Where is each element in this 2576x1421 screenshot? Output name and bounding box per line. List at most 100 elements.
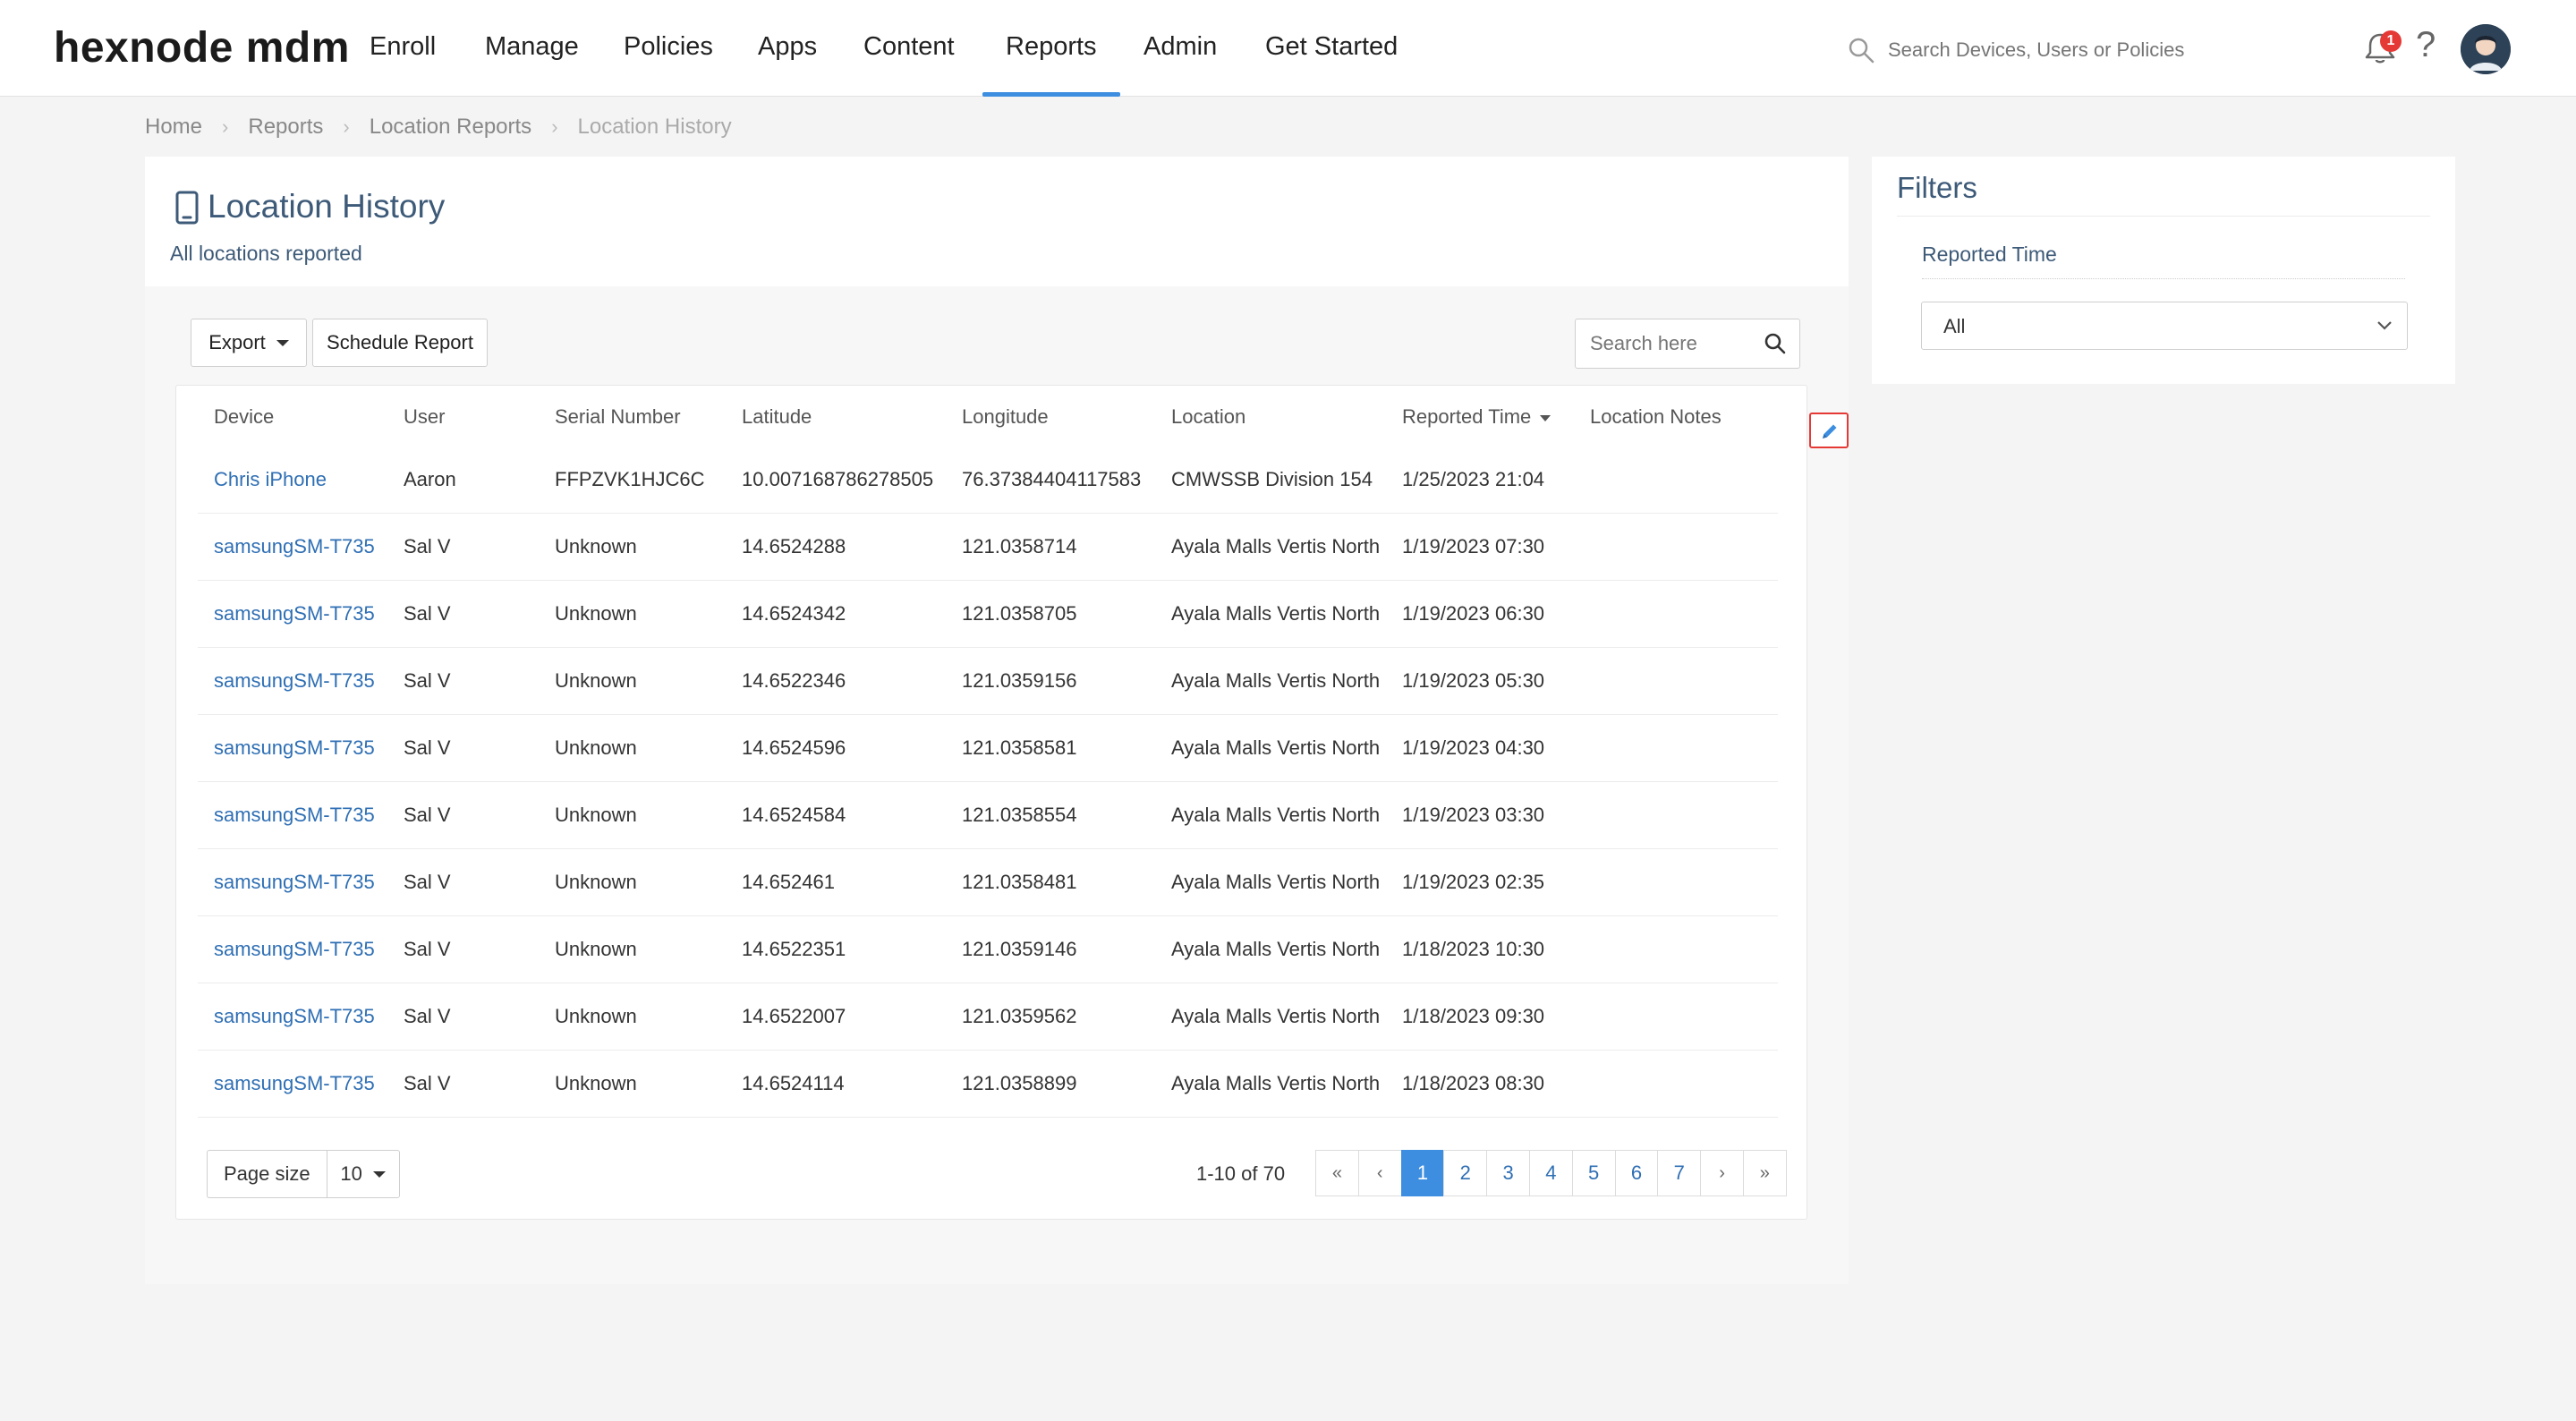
cell-device[interactable]: Chris iPhone [214,468,327,491]
page-size-selector[interactable]: Page size 10 [207,1150,400,1198]
page-button-1[interactable]: 1 [1400,1150,1445,1196]
table-row: samsungSM-T735 Sal V Unknown 14.6524342 121.… [176,581,1805,648]
nav-admin[interactable]: Admin [1143,32,1217,97]
edit-columns-button[interactable] [1809,413,1849,448]
mobile-device-icon [175,191,199,225]
page-button-6[interactable]: 6 [1614,1150,1659,1196]
schedule-report-button[interactable]: Schedule Report [312,319,488,367]
table-row: samsungSM-T735 Sal V Unknown 14.6522346 121.… [176,648,1805,715]
table-row: samsungSM-T735 Sal V Unknown 14.652461 121.0… [176,849,1805,916]
cell-latitude: 14.6522346 [742,669,846,692]
cell-reported-time: 1/19/2023 03:30 [1402,804,1545,826]
cell-reported-time: 1/19/2023 04:30 [1402,736,1545,759]
cell-serial-number: Unknown [555,871,637,893]
cell-reported-time: 1/19/2023 02:35 [1402,871,1545,893]
table-search-input[interactable] [1590,330,1760,357]
page-subtitle: All locations reported [170,242,362,265]
nav-enroll[interactable]: Enroll [370,32,436,97]
cell-user: Aaron [404,468,456,490]
hexnode-logo[interactable]: hexnode mdm [54,23,350,72]
notification-badge: 1 [2380,30,2402,52]
nav-manage[interactable]: Manage [485,32,579,97]
help-icon[interactable]: ? [2416,25,2436,65]
breadcrumb: Home › Reports › Location Reports › Loca… [145,115,732,140]
cell-longitude: 121.0358714 [962,535,1077,557]
cell-device[interactable]: samsungSM-T735 [214,669,375,693]
cell-device[interactable]: samsungSM-T735 [214,871,375,894]
cell-device[interactable]: samsungSM-T735 [214,804,375,827]
chevron-down-icon [2377,321,2392,330]
cell-user: Sal V [404,535,451,557]
cell-latitude: 14.6524596 [742,736,846,759]
schedule-report-label: Schedule Report [327,331,473,353]
nav-reports[interactable]: Reports [982,32,1119,97]
page-button-7[interactable]: 7 [1657,1150,1702,1196]
user-avatar[interactable] [2461,24,2511,74]
cell-longitude: 121.0358481 [962,871,1077,893]
filters-divider [1897,216,2430,217]
page-first-button[interactable]: « [1315,1150,1359,1196]
nav-get-started[interactable]: Get Started [1265,32,1398,97]
page-button-5[interactable]: 5 [1571,1150,1616,1196]
cell-serial-number: Unknown [555,669,637,692]
global-search-input[interactable] [1888,32,2210,68]
page-size-value: 10 [340,1162,362,1185]
cell-user: Sal V [404,736,451,759]
cell-location: Ayala Malls Vertis North [1171,602,1381,625]
table-header: Device User Serial Number Latitude Longi… [176,386,1807,447]
global-search [1843,32,2219,68]
column-header-reported-time[interactable]: Reported Time [1402,405,1552,429]
page-button-2[interactable]: 2 [1443,1150,1488,1196]
page-button-3[interactable]: 3 [1486,1150,1530,1196]
breadcrumb-home[interactable]: Home [145,115,202,140]
cell-location: Ayala Malls Vertis North [1171,669,1381,692]
column-header-latitude: Latitude [742,405,812,428]
cell-serial-number: Unknown [555,938,637,960]
pagination: « ‹ 1 2 3 4 5 6 7 › » [1315,1150,1787,1196]
cell-device[interactable]: samsungSM-T735 [214,535,375,558]
page-button-4[interactable]: 4 [1528,1150,1573,1196]
page-last-button[interactable]: » [1742,1150,1787,1196]
table-row: samsungSM-T735 Sal V Unknown 14.6524288 121.… [176,514,1805,581]
cell-device[interactable]: samsungSM-T735 [214,602,375,625]
page-next-button[interactable]: › [1700,1150,1744,1196]
cell-reported-time: 1/19/2023 06:30 [1402,602,1545,625]
cell-longitude: 121.0359156 [962,669,1077,692]
cell-device[interactable]: samsungSM-T735 [214,1005,375,1028]
caret-down-icon [276,339,289,346]
export-button[interactable]: Export [191,319,307,367]
cell-device[interactable]: samsungSM-T735 [214,1072,375,1095]
breadcrumb-location-reports[interactable]: Location Reports [370,115,531,140]
cell-location: Ayala Malls Vertis North [1171,804,1381,826]
location-history-table: Device User Serial Number Latitude Longi… [175,385,1807,1220]
search-icon[interactable] [1764,332,1787,355]
page-size-dropdown[interactable]: 10 [326,1150,400,1198]
cell-location: Ayala Malls Vertis North [1171,736,1381,759]
cell-location: Ayala Malls Vertis North [1171,1072,1381,1094]
cell-longitude: 121.0358899 [962,1072,1077,1094]
cell-serial-number: FFPZVK1HJC6C [555,468,705,490]
cell-serial-number: Unknown [555,535,637,557]
table-row: samsungSM-T735 Sal V Unknown 14.6522007 121.… [176,983,1805,1051]
cell-user: Sal V [404,871,451,893]
page-prev-button[interactable]: ‹ [1357,1150,1402,1196]
breadcrumb-reports[interactable]: Reports [248,115,323,140]
nav-content[interactable]: Content [863,32,955,97]
cell-device[interactable]: samsungSM-T735 [214,938,375,961]
table-row: samsungSM-T735 Sal V Unknown 14.6524584 121.… [176,782,1805,849]
main-panel: Location History All locations reported … [145,157,1849,1284]
cell-user: Sal V [404,938,451,960]
cell-latitude: 14.6524288 [742,535,846,557]
reported-time-select[interactable]: All [1921,302,2408,350]
cell-serial-number: Unknown [555,736,637,759]
cell-device[interactable]: samsungSM-T735 [214,736,375,760]
nav-policies[interactable]: Policies [624,32,713,97]
cell-user: Sal V [404,1072,451,1094]
cell-location: Ayala Malls Vertis North [1171,938,1381,960]
cell-user: Sal V [404,602,451,625]
cell-location: CMWSSB Division 154 [1171,468,1373,490]
filters-panel: Filters Reported Time All [1872,157,2455,384]
cell-user: Sal V [404,804,451,826]
page-header: Location History All locations reported [145,157,1849,286]
nav-apps[interactable]: Apps [758,32,817,97]
